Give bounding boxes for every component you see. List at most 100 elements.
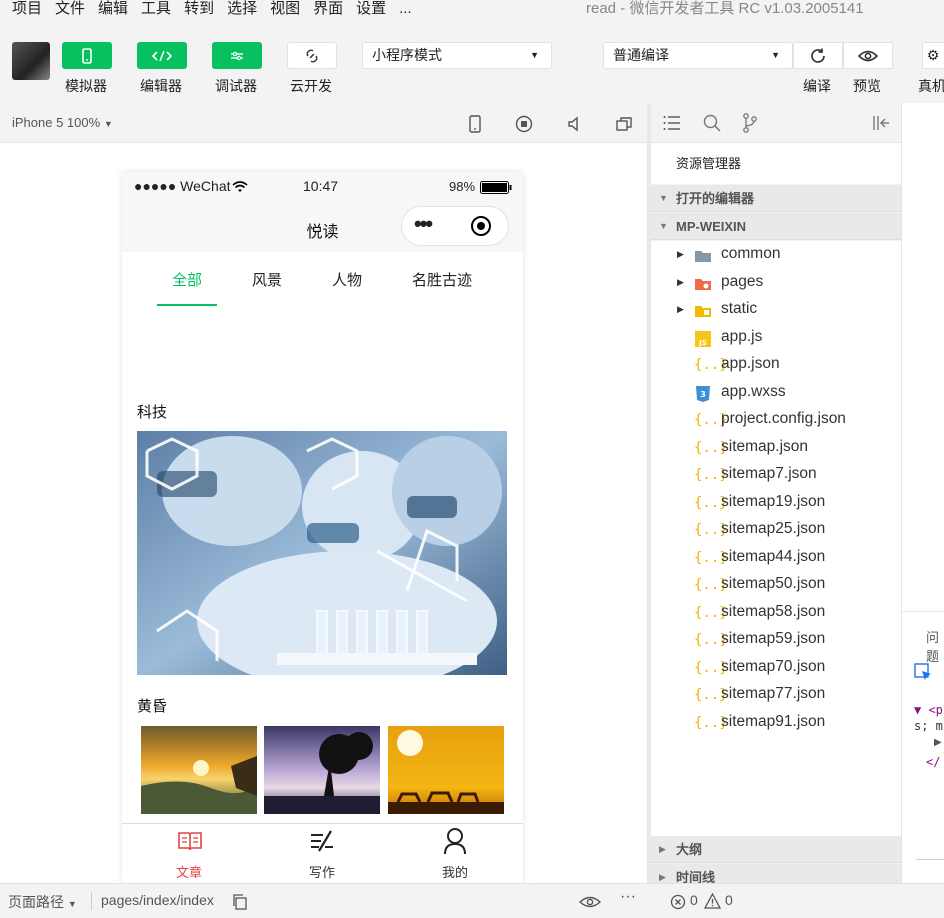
editor-button[interactable] <box>137 42 187 69</box>
mode-select[interactable]: 小程序模式 ▼ <box>362 42 552 69</box>
collapse-panel-icon[interactable] <box>872 115 890 131</box>
tech-article-image[interactable] <box>137 431 507 675</box>
cloud-button[interactable] <box>287 42 337 69</box>
search-icon[interactable] <box>703 114 721 132</box>
dusk-image-3[interactable] <box>388 726 504 814</box>
js-file-icon: JS <box>695 331 711 347</box>
file-json[interactable]: {..} sitemap50.json <box>651 572 901 599</box>
file-json[interactable]: {..} sitemap70.json <box>651 655 901 682</box>
error-count: 0 <box>690 892 698 908</box>
section-title-dusk: 黄昏 <box>137 698 168 715</box>
open-editors-header[interactable]: ▼ 打开的编辑器 <box>651 185 901 212</box>
menu-view[interactable]: 视图 <box>270 0 300 18</box>
compile-button[interactable] <box>793 42 843 69</box>
chevron-down-icon: ▼ <box>771 50 780 60</box>
warning-count: 0 <box>725 892 733 908</box>
file-name: sitemap44.json <box>721 547 826 565</box>
copy-icon[interactable] <box>232 894 248 910</box>
static-folder-icon <box>695 306 711 317</box>
menu-settings[interactable]: 设置 <box>356 0 386 18</box>
more-dots-icon[interactable]: ••• <box>414 211 433 237</box>
simulator-button[interactable] <box>62 42 112 69</box>
compile-select-value: 普通编译 <box>613 47 669 63</box>
folder-common[interactable]: ▶ common <box>651 242 901 269</box>
menu-tools[interactable]: 工具 <box>141 0 171 18</box>
file-json[interactable]: {..} sitemap91.json <box>651 710 901 737</box>
compile-select[interactable]: 普通编译 ▼ <box>603 42 793 69</box>
phone-outline-icon[interactable] <box>466 115 484 133</box>
tab-scenery[interactable]: 风景 <box>252 269 282 290</box>
file-json[interactable]: {..} sitemap7.json <box>651 462 901 489</box>
file-name: app.js <box>721 328 763 345</box>
file-json[interactable]: {..} sitemap.json <box>651 435 901 462</box>
tab-all[interactable]: 全部 <box>172 269 202 290</box>
file-json[interactable]: {..} sitemap59.json <box>651 627 901 654</box>
chevron-right-icon: ▶ <box>659 844 666 854</box>
warning-icon[interactable] <box>704 893 721 909</box>
capsule-menu[interactable]: ••• <box>401 206 509 246</box>
file-json[interactable]: {..} project.config.json <box>651 407 901 434</box>
page-path-label[interactable]: 页面路径 ▼ <box>8 892 77 912</box>
folder-pages[interactable]: ▶ pages <box>651 270 901 297</box>
code-line: ▶ <box>934 737 942 748</box>
chevron-right-icon: ▶ <box>677 277 684 287</box>
file-name: sitemap50.json <box>721 575 826 592</box>
file-list-icon[interactable] <box>663 115 681 131</box>
real-device-button[interactable]: ⚙ <box>922 42 944 69</box>
menu-edit[interactable]: 编辑 <box>98 0 128 18</box>
dusk-image-1[interactable] <box>141 726 257 814</box>
menu-more[interactable]: ... <box>399 0 412 18</box>
tab-landmarks[interactable]: 名胜古迹 <box>412 269 472 290</box>
file-name: project.config.json <box>721 410 846 427</box>
folder-static[interactable]: ▶ static <box>651 297 901 324</box>
tab-issues[interactable]: 问题 <box>926 627 944 665</box>
file-app-js[interactable]: JS app.js <box>651 325 901 352</box>
tab-people[interactable]: 人物 <box>332 269 362 290</box>
json-file-icon: {..} <box>694 604 728 621</box>
file-app-json[interactable]: {..} app.json <box>651 352 901 379</box>
inspect-element-icon[interactable] <box>914 663 932 681</box>
folder-icon <box>695 251 711 262</box>
file-app-wxss[interactable]: 3 app.wxss <box>651 380 901 407</box>
menu-interface[interactable]: 界面 <box>313 0 343 18</box>
json-file-icon: {..} <box>694 687 728 703</box>
folder-name: static <box>721 300 758 317</box>
phone-icon <box>82 47 92 64</box>
preview-button[interactable] <box>843 42 893 69</box>
menu-project[interactable]: 项目 <box>12 0 42 18</box>
eye-icon[interactable] <box>579 895 601 909</box>
project-header[interactable]: ▼ MP-WEIXIN <box>651 213 901 240</box>
menu-bar: 项目 文件 编辑 工具 转到 选择 视图 界面 设置 ... read - 微信… <box>0 0 944 22</box>
source-control-icon[interactable] <box>742 113 758 133</box>
open-editors-label: 打开的编辑器 <box>676 191 755 206</box>
file-json[interactable]: {..} sitemap44.json <box>651 545 901 572</box>
menu-goto[interactable]: 转到 <box>184 0 214 18</box>
file-name: sitemap70.json <box>721 657 826 675</box>
pages-folder-icon <box>695 279 711 290</box>
divider <box>902 611 944 612</box>
avatar[interactable] <box>12 42 50 80</box>
menu-select[interactable]: 选择 <box>227 0 257 18</box>
simulator-label: 模拟器 <box>65 78 107 94</box>
outline-header[interactable]: ▶ 大纲 <box>651 836 901 863</box>
menu-file[interactable]: 文件 <box>55 0 85 18</box>
file-json[interactable]: {..} sitemap25.json <box>651 517 901 544</box>
volume-icon[interactable] <box>566 115 584 133</box>
file-json[interactable]: {..} sitemap19.json <box>651 490 901 517</box>
debugger-button[interactable] <box>212 42 262 69</box>
settings-icon: ⚙ <box>926 47 940 63</box>
dusk-image-2[interactable] <box>264 726 380 814</box>
close-capsule-icon[interactable] <box>470 215 492 237</box>
file-name: sitemap25.json <box>721 520 826 537</box>
phone-screen: ●●●●● WeChat 10:47 98% 悦读 ••• 全部 风景 人物 名… <box>122 172 523 883</box>
css-file-icon: 3 <box>696 386 710 402</box>
device-select[interactable]: iPhone 5 100% ▼ <box>12 115 113 130</box>
more-icon[interactable]: ··· <box>620 888 636 906</box>
record-icon[interactable] <box>515 115 533 133</box>
detach-window-icon[interactable] <box>615 115 633 133</box>
debugger-label: 调试器 <box>215 78 257 94</box>
file-json[interactable]: {..} sitemap58.json <box>651 600 901 627</box>
status-bar: 页面路径 ▼ pages/index/index ··· 0 0 <box>0 883 944 918</box>
error-icon[interactable] <box>670 894 686 910</box>
file-json[interactable]: {..} sitemap77.json <box>651 682 901 709</box>
